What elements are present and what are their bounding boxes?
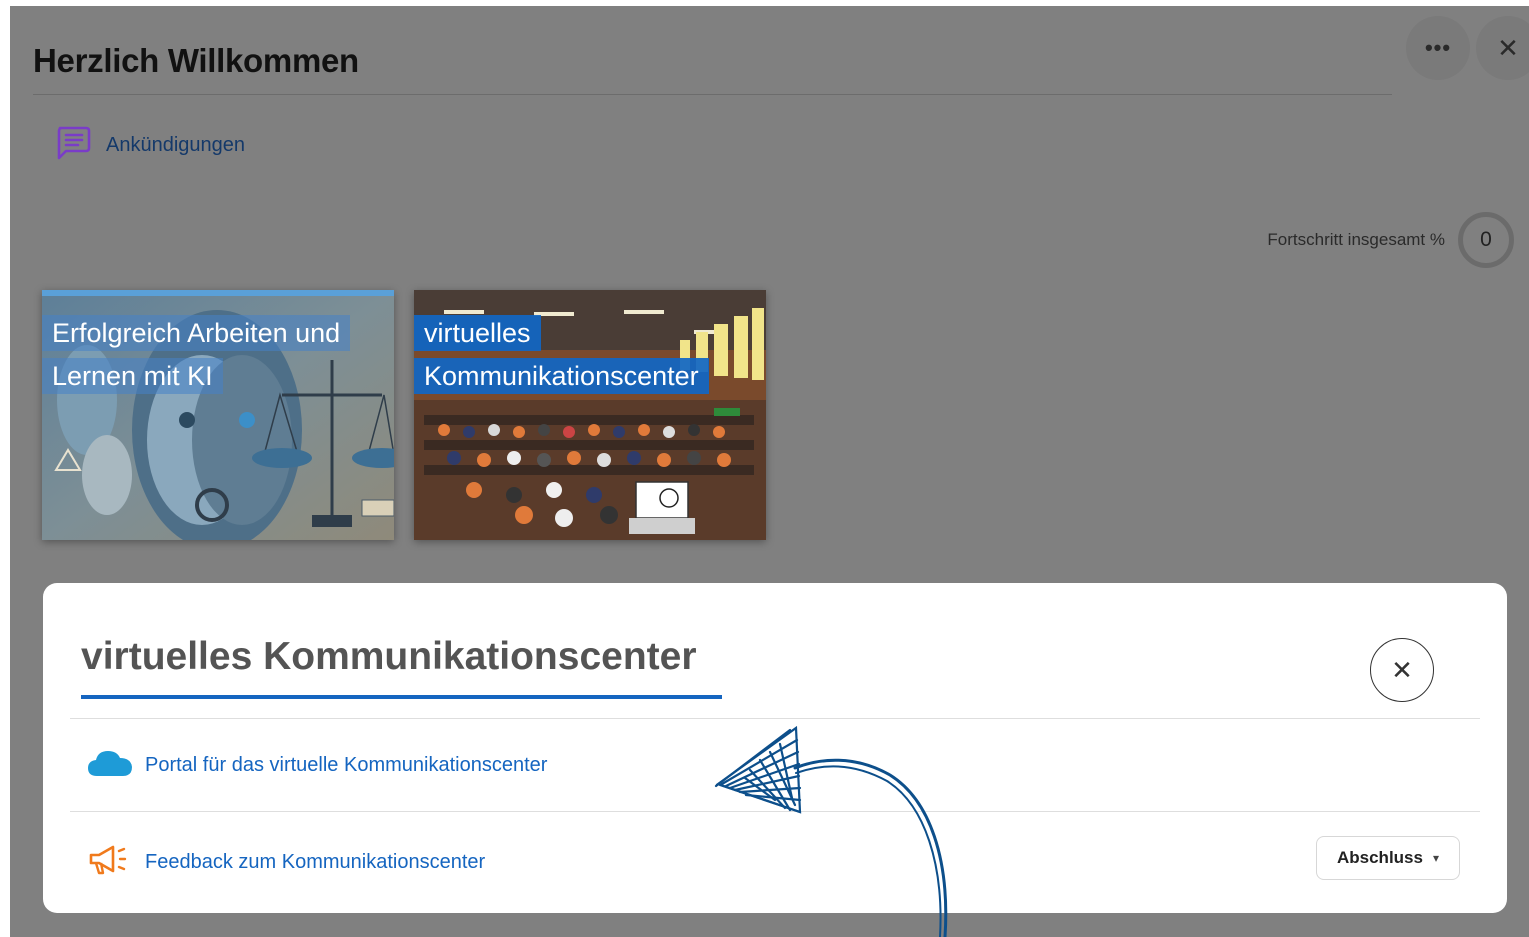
feedback-activity-link[interactable]: Feedback zum Kommunikationscenter	[87, 843, 485, 882]
progress-label: Fortschritt insgesamt %	[1267, 230, 1445, 249]
chevron-down-icon: ▾	[1432, 851, 1439, 865]
close-icon: ✕	[1497, 32, 1519, 63]
course-tile-kommunikationscenter[interactable]: virtuelles Kommunikationscenter	[414, 290, 766, 540]
divider	[70, 811, 1480, 812]
page-title: Herzlich Willkommen	[33, 42, 359, 79]
course-page: Herzlich Willkommen ••• ✕ Ankündigungen …	[10, 6, 1529, 937]
progress-indicator: 0	[1458, 212, 1514, 268]
portal-activity-link[interactable]: Portal für das virtuelle Kommunikationsc…	[87, 748, 547, 783]
modal-title-underline	[81, 695, 722, 699]
section-modal: virtuelles Kommunikationscenter ✕ Portal…	[43, 583, 1507, 913]
tile-title: Erfolgreich Arbeiten und Lernen mit KI	[42, 312, 351, 398]
tile-title: virtuelles Kommunikationscenter	[414, 312, 709, 398]
modal-title: virtuelles Kommunikationscenter	[81, 635, 697, 678]
announcements-link[interactable]: Ankündigungen	[54, 124, 245, 167]
close-page-button[interactable]: ✕	[1476, 16, 1529, 80]
divider	[70, 718, 1480, 719]
more-options-button[interactable]: •••	[1406, 16, 1470, 80]
cloud-icon	[87, 748, 133, 783]
title-divider	[33, 94, 1392, 95]
close-icon: ✕	[1391, 654, 1413, 685]
announcements-label: Ankündigungen	[106, 134, 246, 156]
progress-value: 0	[1480, 228, 1492, 251]
chat-lines-icon	[54, 124, 92, 167]
portal-activity-label: Portal für das virtuelle Kommunikationsc…	[145, 754, 548, 776]
ellipsis-icon: •••	[1424, 35, 1452, 60]
completion-dropdown[interactable]: Abschluss ▾	[1316, 836, 1460, 880]
feedback-activity-label: Feedback zum Kommunikationscenter	[145, 851, 486, 873]
course-tile-ki[interactable]: Erfolgreich Arbeiten und Lernen mit KI	[42, 290, 394, 540]
completion-dropdown-label: Abschluss	[1336, 848, 1423, 867]
megaphone-icon	[87, 843, 133, 882]
modal-close-button[interactable]: ✕	[1370, 638, 1434, 702]
